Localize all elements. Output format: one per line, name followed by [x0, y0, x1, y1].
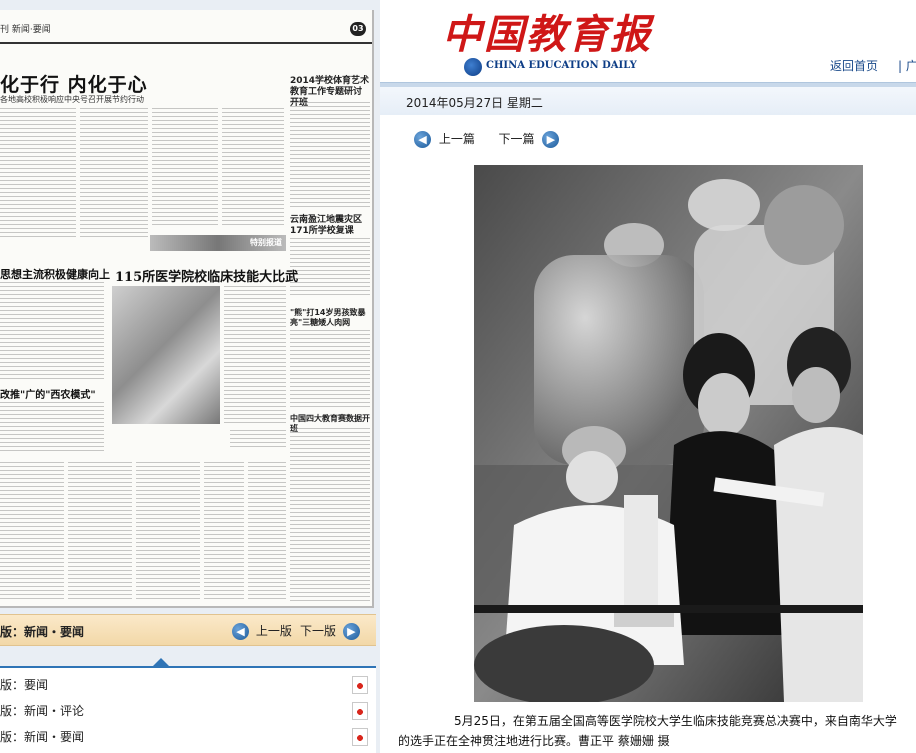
masthead: 中国教育报 CHINA EDUCATION DAILY 返回首页 | 广告 [380, 0, 916, 82]
paper-text-block [80, 108, 148, 238]
photo-illustration [474, 165, 863, 702]
pdf-icon[interactable] [352, 676, 368, 694]
paper-text-block [290, 102, 370, 210]
edition-list-item[interactable]: 版：新闻・评论 [0, 698, 376, 724]
article-pane: 中国教育报 CHINA EDUCATION DAILY 返回首页 | 广告 20… [380, 0, 916, 753]
article-nav: ◀ 上一篇 下一篇 ▶ [414, 130, 560, 148]
paper-text-block [0, 108, 76, 238]
current-edition-label: 版：新闻・要闻 [0, 625, 85, 639]
site-subtitle: CHINA EDUCATION DAILY [486, 60, 637, 71]
newspaper-pane: 刊 新闻·要闻 03 化于行 内化于心 各地高校积极响应中央号召开展节约行动 特… [0, 0, 380, 753]
prev-article-button[interactable]: ◀ 上一篇 [414, 131, 479, 148]
globe-logo-icon [464, 58, 482, 76]
home-link[interactable]: 返回首页 [830, 57, 878, 74]
paper-banner: 特别报道 [150, 235, 286, 251]
paper-headline: 化于行 内化于心 [0, 74, 148, 96]
paper-rule [0, 42, 372, 44]
paper-text-block [152, 108, 218, 228]
paper-text-block [0, 282, 104, 382]
paper-column-head: 改推"广的"西农模式" [0, 390, 96, 401]
edition-nav-bar: 版：新闻・要闻 ◀ 上一版 下一版 ▶ [0, 614, 376, 646]
arrow-left-icon: ◀ [232, 623, 249, 640]
paper-text-block [290, 238, 370, 298]
next-edition-label: 下一版 [300, 624, 337, 638]
date-bar: 2014年05月27日 星期二 [380, 87, 916, 115]
paper-side-headline: 云南盈江地震灾区171所学校复课 [290, 215, 363, 236]
issue-date: 2014年05月27日 星期二 [406, 96, 543, 110]
arrow-right-icon: ▶ [342, 623, 360, 640]
tab-pointer-icon [153, 658, 169, 666]
paper-text-block [68, 462, 132, 602]
next-article-button[interactable]: 下一篇 ▶ [499, 131, 560, 148]
paper-page-number: 03 [350, 22, 366, 36]
paper-side-headline: "熊"打14岁男孩致暴亮"三糖矮人肉网 [290, 308, 366, 327]
next-edition-button[interactable]: 下一版 ▶ [300, 621, 360, 641]
paper-text-block [248, 462, 286, 602]
paper-column-head: 115所医学院校临床技能大比武 [115, 270, 299, 285]
edition-list-item[interactable]: 版：要闻 [0, 672, 376, 698]
arrow-left-icon: ◀ [414, 131, 431, 148]
prev-edition-label: 上一版 [255, 624, 292, 638]
edition-list-item[interactable]: 版：新闻・要闻 [0, 724, 376, 750]
prev-edition-button[interactable]: ◀ 上一版 [232, 621, 292, 641]
arrow-right-icon: ▶ [542, 131, 560, 148]
paper-text-block [224, 286, 286, 424]
paper-column-head: 思想主流积极健康向上 [0, 268, 110, 281]
newspaper-page-image[interactable]: 刊 新闻·要闻 03 化于行 内化于心 各地高校积极响应中央号召开展节约行动 特… [0, 10, 374, 608]
edition-list: 版：要闻 版：新闻・评论 版：新闻・要闻 [0, 666, 376, 753]
paper-subheadline: 各地高校积极响应中央号召开展节约行动 [0, 95, 144, 104]
site-logo-title[interactable]: 中国教育报 [442, 2, 652, 60]
paper-text-block [0, 402, 104, 454]
photo-caption: 5月25日，在第五届全国高等医学院校大学生临床技能竞赛总决赛中，来自南华大学的选… [398, 714, 897, 748]
paper-text-block [290, 330, 370, 410]
paper-text-block [230, 430, 286, 448]
paper-text-block [0, 462, 64, 602]
paper-text-block [290, 428, 370, 603]
paper-photo [112, 286, 220, 424]
pdf-icon[interactable] [352, 702, 368, 720]
paper-text-block [136, 462, 200, 602]
paper-header: 刊 新闻·要闻 [0, 25, 51, 35]
link-separator: | [898, 59, 903, 73]
paper-text-block [222, 108, 284, 228]
paper-text-block [204, 462, 244, 602]
pdf-icon[interactable] [352, 728, 368, 746]
article-photo [474, 165, 863, 702]
ad-link[interactable]: | 广告 [898, 57, 916, 74]
